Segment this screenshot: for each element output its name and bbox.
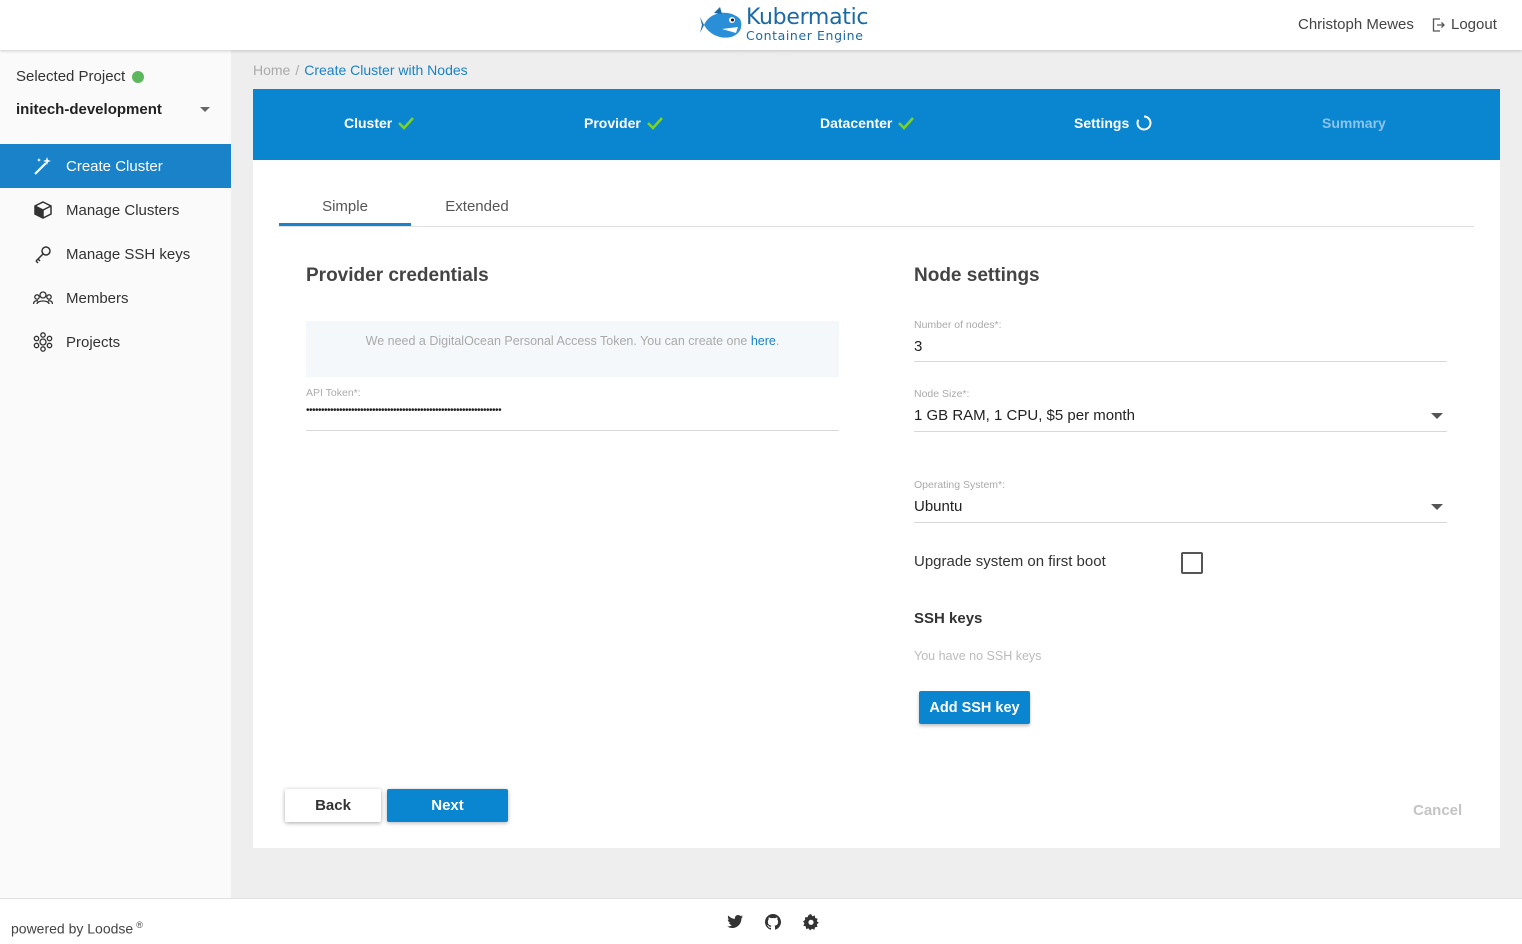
step-summary: Summary: [1322, 115, 1386, 131]
check-icon: [398, 117, 415, 130]
number-of-nodes-input[interactable]: 3: [914, 338, 922, 355]
sidebar: Selected Project initech-development Cre…: [0, 50, 231, 898]
step-cluster[interactable]: Cluster: [344, 115, 415, 131]
user-name[interactable]: Christoph Mewes: [1298, 16, 1414, 33]
check-icon: [646, 117, 663, 130]
step-datacenter[interactable]: Datacenter: [820, 115, 915, 131]
footer-icons: [726, 913, 840, 931]
logout-icon: [1432, 17, 1445, 32]
api-token-label: API Token*:: [306, 387, 361, 399]
token-info-link[interactable]: here: [751, 334, 776, 348]
tab-bar: Simple Extended: [279, 187, 1474, 227]
twitter-icon[interactable]: [726, 913, 744, 931]
node-size-value: 1 GB RAM, 1 CPU, $5 per month: [914, 407, 1135, 424]
step-settings[interactable]: Settings: [1074, 115, 1152, 131]
people-icon: [33, 291, 53, 305]
logout-label: Logout: [1451, 16, 1497, 33]
footer: powered by Loodse ®: [0, 898, 1522, 944]
tab-simple[interactable]: Simple: [279, 198, 411, 215]
operating-system-value: Ubuntu: [914, 498, 963, 515]
tab-extended[interactable]: Extended: [411, 198, 543, 215]
key-icon: [35, 246, 51, 264]
logo-subtitle: Container Engine: [746, 28, 864, 44]
spinner-icon: [1136, 115, 1152, 131]
cancel-button[interactable]: Cancel: [1413, 802, 1462, 819]
operating-system-label: Operating System*:: [914, 479, 1006, 491]
token-info-text: We need a DigitalOcean Personal Access T…: [365, 334, 748, 348]
node-size-label: Node Size*:: [914, 388, 970, 400]
sidebar-item-label: Manage SSH keys: [66, 245, 191, 263]
breadcrumb: Home / Create Cluster with Nodes: [253, 62, 468, 78]
kubermatic-logo[interactable]: Kubermatic Container Engine: [700, 5, 868, 45]
node-settings-title: Node settings: [914, 265, 1040, 286]
tab-indicator: [279, 223, 411, 226]
breadcrumb-separator: /: [295, 62, 300, 78]
step-label: Cluster: [344, 115, 393, 131]
step-label: Summary: [1322, 115, 1386, 131]
wizard-stepper: Cluster Provider Datacenter Settings Sum…: [253, 89, 1500, 160]
number-of-nodes-label: Number of nodes*:: [914, 319, 1002, 331]
upgrade-system-checkbox[interactable]: [1181, 552, 1203, 574]
settings-card: Simple Extended Provider credentials We …: [253, 160, 1500, 848]
registered-mark: ®: [136, 920, 143, 930]
number-of-nodes-field[interactable]: Number of nodes*: 3: [914, 319, 1447, 362]
sidebar-item-manage-ssh-keys[interactable]: Manage SSH keys: [0, 232, 231, 276]
powered-by: powered by Loodse ®: [11, 920, 143, 937]
api-token-field[interactable]: API Token*: ••••••••••••••••••••••••••••…: [306, 387, 839, 431]
selected-project-text: Selected Project: [16, 68, 126, 85]
breadcrumb-home[interactable]: Home: [253, 62, 290, 78]
next-button[interactable]: Next: [387, 789, 508, 822]
sidebar-item-label: Create Cluster: [66, 157, 163, 175]
upgrade-system-label: Upgrade system on first boot: [914, 553, 1106, 570]
dropdown-caret-icon: [1431, 413, 1443, 419]
sidebar-item-projects[interactable]: Projects: [0, 320, 231, 364]
project-select[interactable]: initech-development: [16, 101, 216, 118]
top-bar: Kubermatic Container Engine Christoph Me…: [0, 0, 1522, 50]
ssh-keys-empty-text: You have no SSH keys: [914, 649, 1042, 663]
token-info-box: We need a DigitalOcean Personal Access T…: [306, 321, 839, 377]
sidebar-item-create-cluster[interactable]: Create Cluster: [0, 144, 231, 188]
chevron-down-icon: [200, 107, 210, 112]
sidebar-item-members[interactable]: Members: [0, 276, 231, 320]
step-label: Datacenter: [820, 115, 893, 131]
step-label: Provider: [584, 115, 641, 131]
check-icon: [898, 117, 915, 130]
logo-title: Kubermatic: [746, 5, 869, 31]
powered-by-text: powered by Loodse: [11, 920, 134, 937]
magic-wand-icon: [34, 157, 51, 175]
node-size-select[interactable]: Node Size*: 1 GB RAM, 1 CPU, $5 per mont…: [914, 388, 1447, 432]
sidebar-item-manage-clusters[interactable]: Manage Clusters: [0, 188, 231, 232]
add-ssh-key-button[interactable]: Add SSH key: [919, 691, 1030, 724]
projects-icon: [33, 332, 53, 352]
token-info-suffix: .: [775, 334, 780, 348]
api-token-input[interactable]: ••••••••••••••••••••••••••••••••••••••••…: [306, 405, 502, 416]
breadcrumb-current[interactable]: Create Cluster with Nodes: [304, 62, 467, 78]
gear-icon[interactable]: [802, 913, 820, 931]
provider-credentials-title: Provider credentials: [306, 265, 489, 286]
box-icon: [34, 201, 52, 219]
github-icon[interactable]: [764, 913, 782, 931]
dropdown-caret-icon: [1431, 504, 1443, 510]
sidebar-nav: Create Cluster Manage Clusters Manage SS…: [0, 144, 231, 364]
step-provider[interactable]: Provider: [584, 115, 663, 131]
back-button[interactable]: Back: [285, 789, 381, 822]
sidebar-item-label: Members: [66, 289, 129, 307]
operating-system-select[interactable]: Operating System*: Ubuntu: [914, 479, 1447, 523]
step-label: Settings: [1074, 115, 1130, 131]
logout-button[interactable]: Logout: [1432, 16, 1497, 33]
piranha-logo-icon: [700, 7, 742, 38]
sidebar-item-label: Manage Clusters: [66, 201, 180, 219]
project-name: initech-development: [16, 101, 162, 118]
project-status-dot: [132, 70, 145, 83]
selected-project-label: Selected Project: [16, 68, 145, 85]
ssh-keys-title: SSH keys: [914, 610, 983, 627]
sidebar-item-label: Projects: [66, 333, 121, 351]
